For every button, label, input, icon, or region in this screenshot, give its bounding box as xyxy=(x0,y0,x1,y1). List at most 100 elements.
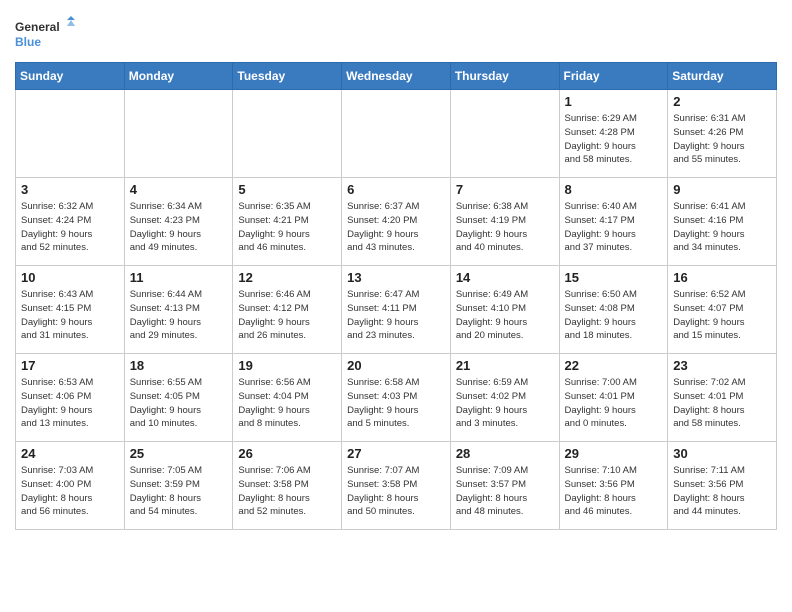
day-info: Sunrise: 6:58 AM Sunset: 4:03 PM Dayligh… xyxy=(347,376,445,431)
day-info: Sunrise: 6:55 AM Sunset: 4:05 PM Dayligh… xyxy=(130,376,228,431)
calendar-cell: 14Sunrise: 6:49 AM Sunset: 4:10 PM Dayli… xyxy=(450,266,559,354)
calendar-cell xyxy=(16,90,125,178)
calendar-cell xyxy=(233,90,342,178)
calendar-cell: 12Sunrise: 6:46 AM Sunset: 4:12 PM Dayli… xyxy=(233,266,342,354)
calendar-cell: 26 Sunrise: 7:06 AM Sunset: 3:58 PM Dayli… xyxy=(233,442,342,530)
day-info: Sunrise: 6:29 AM Sunset: 4:28 PM Dayligh… xyxy=(565,112,663,167)
day-info: Sunrise: 7:10 AM Sunset: 3:56 PM Dayligh… xyxy=(565,464,663,519)
day-info: Sunrise: 6:52 AM Sunset: 4:07 PM Dayligh… xyxy=(673,288,771,343)
week-row-1: 3 Sunrise: 6:32 AM Sunset: 4:24 PM Daylig… xyxy=(16,178,777,266)
calendar-cell: 21 Sunrise: 6:59 AM Sunset: 4:02 PM Dayli… xyxy=(450,354,559,442)
calendar-cell: 15Sunrise: 6:50 AM Sunset: 4:08 PM Dayli… xyxy=(559,266,668,354)
day-info: Sunrise: 6:31 AM Sunset: 4:26 PM Dayligh… xyxy=(673,112,771,167)
day-info: Sunrise: 7:11 AM Sunset: 3:56 PM Dayligh… xyxy=(673,464,771,519)
week-row-4: 24 Sunrise: 7:03 AM Sunset: 4:00 PM Dayli… xyxy=(16,442,777,530)
day-number: 17 xyxy=(21,358,119,373)
logo-svg: General Blue xyxy=(15,16,75,56)
weekday-header-thursday: Thursday xyxy=(450,63,559,90)
day-info: Sunrise: 6:56 AM Sunset: 4:04 PM Dayligh… xyxy=(238,376,336,431)
day-number: 21 xyxy=(456,358,554,373)
calendar-cell: 19 Sunrise: 6:56 AM Sunset: 4:04 PM Dayli… xyxy=(233,354,342,442)
weekday-header-friday: Friday xyxy=(559,63,668,90)
day-number: 29 xyxy=(565,446,663,461)
calendar-cell xyxy=(342,90,451,178)
weekday-header-monday: Monday xyxy=(124,63,233,90)
svg-text:General: General xyxy=(15,20,60,34)
week-row-2: 10 Sunrise: 6:43 AM Sunset: 4:15 PM Dayli… xyxy=(16,266,777,354)
day-number: 13 xyxy=(347,270,445,285)
weekday-header-saturday: Saturday xyxy=(668,63,777,90)
day-info: Sunrise: 6:37 AM Sunset: 4:20 PM Dayligh… xyxy=(347,200,445,255)
weekday-header-tuesday: Tuesday xyxy=(233,63,342,90)
calendar-cell: 13 Sunrise: 6:47 AM Sunset: 4:11 PM Dayli… xyxy=(342,266,451,354)
calendar-cell: 8 Sunrise: 6:40 AM Sunset: 4:17 PM Daylig… xyxy=(559,178,668,266)
day-info: Sunrise: 7:00 AM Sunset: 4:01 PM Dayligh… xyxy=(565,376,663,431)
weekday-header-sunday: Sunday xyxy=(16,63,125,90)
day-info: Sunrise: 6:44 AM Sunset: 4:13 PM Dayligh… xyxy=(130,288,228,343)
calendar-cell: 27Sunrise: 7:07 AM Sunset: 3:58 PM Dayli… xyxy=(342,442,451,530)
day-number: 26 xyxy=(238,446,336,461)
day-number: 25 xyxy=(130,446,228,461)
day-number: 4 xyxy=(130,182,228,197)
calendar-cell: 18 Sunrise: 6:55 AM Sunset: 4:05 PM Dayli… xyxy=(124,354,233,442)
day-info: Sunrise: 7:03 AM Sunset: 4:00 PM Dayligh… xyxy=(21,464,119,519)
calendar-cell: 28 Sunrise: 7:09 AM Sunset: 3:57 PM Dayli… xyxy=(450,442,559,530)
calendar-cell: 6 Sunrise: 6:37 AM Sunset: 4:20 PM Daylig… xyxy=(342,178,451,266)
day-number: 24 xyxy=(21,446,119,461)
day-number: 6 xyxy=(347,182,445,197)
day-number: 7 xyxy=(456,182,554,197)
day-number: 18 xyxy=(130,358,228,373)
calendar-table: SundayMondayTuesdayWednesdayThursdayFrid… xyxy=(15,62,777,530)
calendar-cell xyxy=(124,90,233,178)
calendar-cell: 4 Sunrise: 6:34 AM Sunset: 4:23 PM Daylig… xyxy=(124,178,233,266)
day-number: 22 xyxy=(565,358,663,373)
page-header: General Blue xyxy=(15,10,777,56)
day-info: Sunrise: 7:09 AM Sunset: 3:57 PM Dayligh… xyxy=(456,464,554,519)
calendar-cell: 22 Sunrise: 7:00 AM Sunset: 4:01 PM Dayli… xyxy=(559,354,668,442)
calendar-cell: 10 Sunrise: 6:43 AM Sunset: 4:15 PM Dayli… xyxy=(16,266,125,354)
day-info: Sunrise: 6:59 AM Sunset: 4:02 PM Dayligh… xyxy=(456,376,554,431)
day-number: 30 xyxy=(673,446,771,461)
week-row-0: 1 Sunrise: 6:29 AM Sunset: 4:28 PM Daylig… xyxy=(16,90,777,178)
day-info: Sunrise: 7:05 AM Sunset: 3:59 PM Dayligh… xyxy=(130,464,228,519)
calendar-cell: 7Sunrise: 6:38 AM Sunset: 4:19 PM Daylig… xyxy=(450,178,559,266)
weekday-header-row: SundayMondayTuesdayWednesdayThursdayFrid… xyxy=(16,63,777,90)
calendar-cell: 2 Sunrise: 6:31 AM Sunset: 4:26 PM Daylig… xyxy=(668,90,777,178)
calendar-cell: 9 Sunrise: 6:41 AM Sunset: 4:16 PM Daylig… xyxy=(668,178,777,266)
day-info: Sunrise: 7:06 AM Sunset: 3:58 PM Dayligh… xyxy=(238,464,336,519)
day-number: 23 xyxy=(673,358,771,373)
day-number: 2 xyxy=(673,94,771,109)
svg-text:Blue: Blue xyxy=(15,35,41,49)
calendar-cell: 11Sunrise: 6:44 AM Sunset: 4:13 PM Dayli… xyxy=(124,266,233,354)
day-number: 1 xyxy=(565,94,663,109)
day-info: Sunrise: 6:53 AM Sunset: 4:06 PM Dayligh… xyxy=(21,376,119,431)
calendar-cell: 5Sunrise: 6:35 AM Sunset: 4:21 PM Daylig… xyxy=(233,178,342,266)
day-info: Sunrise: 6:32 AM Sunset: 4:24 PM Dayligh… xyxy=(21,200,119,255)
week-row-3: 17 Sunrise: 6:53 AM Sunset: 4:06 PM Dayli… xyxy=(16,354,777,442)
calendar-cell: 16 Sunrise: 6:52 AM Sunset: 4:07 PM Dayli… xyxy=(668,266,777,354)
day-number: 14 xyxy=(456,270,554,285)
logo: General Blue xyxy=(15,16,75,56)
day-info: Sunrise: 6:40 AM Sunset: 4:17 PM Dayligh… xyxy=(565,200,663,255)
day-number: 3 xyxy=(21,182,119,197)
day-number: 16 xyxy=(673,270,771,285)
day-info: Sunrise: 6:47 AM Sunset: 4:11 PM Dayligh… xyxy=(347,288,445,343)
day-number: 10 xyxy=(21,270,119,285)
day-info: Sunrise: 6:46 AM Sunset: 4:12 PM Dayligh… xyxy=(238,288,336,343)
day-info: Sunrise: 6:43 AM Sunset: 4:15 PM Dayligh… xyxy=(21,288,119,343)
calendar-cell: 23Sunrise: 7:02 AM Sunset: 4:01 PM Dayli… xyxy=(668,354,777,442)
calendar-cell: 17 Sunrise: 6:53 AM Sunset: 4:06 PM Dayli… xyxy=(16,354,125,442)
day-info: Sunrise: 6:41 AM Sunset: 4:16 PM Dayligh… xyxy=(673,200,771,255)
day-number: 8 xyxy=(565,182,663,197)
day-number: 9 xyxy=(673,182,771,197)
day-number: 20 xyxy=(347,358,445,373)
calendar-cell: 25 Sunrise: 7:05 AM Sunset: 3:59 PM Dayli… xyxy=(124,442,233,530)
calendar-cell: 24 Sunrise: 7:03 AM Sunset: 4:00 PM Dayli… xyxy=(16,442,125,530)
day-info: Sunrise: 6:34 AM Sunset: 4:23 PM Dayligh… xyxy=(130,200,228,255)
calendar-cell xyxy=(450,90,559,178)
day-number: 28 xyxy=(456,446,554,461)
day-info: Sunrise: 7:07 AM Sunset: 3:58 PM Dayligh… xyxy=(347,464,445,519)
day-info: Sunrise: 6:35 AM Sunset: 4:21 PM Dayligh… xyxy=(238,200,336,255)
calendar-cell: 29 Sunrise: 7:10 AM Sunset: 3:56 PM Dayli… xyxy=(559,442,668,530)
day-number: 19 xyxy=(238,358,336,373)
